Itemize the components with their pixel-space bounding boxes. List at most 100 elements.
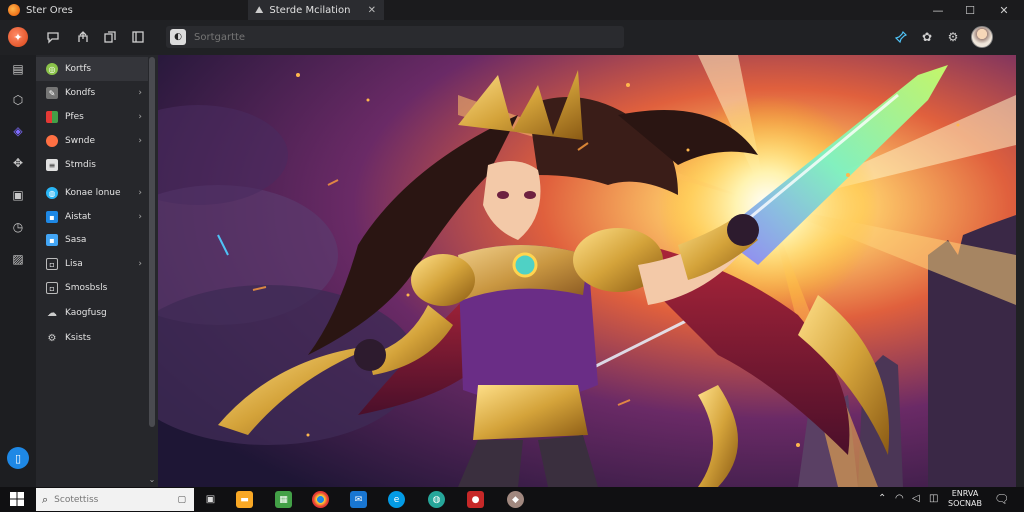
- frame-icon[interactable]: ▣: [10, 187, 26, 203]
- minimize-button[interactable]: —: [922, 0, 954, 20]
- sidebar-item[interactable]: ◍ Konae lonue ›: [36, 181, 148, 205]
- clock-icon[interactable]: ◷: [10, 219, 26, 235]
- sidebar-menu: ◎ Kortfs ✎ Kondfs › Pfes › Swnde › ≡ Stm…: [36, 55, 158, 487]
- sidebar-item-label: Ksists: [65, 333, 91, 343]
- task-view-icon[interactable]: ▣: [202, 491, 219, 508]
- doc-icon: ≡: [46, 159, 58, 171]
- sidebar-scrollbar[interactable]: ⌄: [148, 57, 156, 485]
- close-button[interactable]: ✕: [988, 0, 1020, 20]
- chevron-right-icon: ›: [138, 112, 142, 122]
- cloud-icon: ☁: [47, 307, 57, 319]
- sidebar-item-label: Kondfs: [65, 88, 96, 98]
- address-input[interactable]: [194, 31, 594, 43]
- search-icon: ⌕: [42, 492, 49, 506]
- address-bar[interactable]: ◐: [166, 26, 624, 48]
- taskbar-search[interactable]: ⌕ ▢: [36, 488, 194, 511]
- sidebar-item-label: Aistat: [65, 212, 91, 222]
- box-icon[interactable]: ◈: [10, 123, 26, 139]
- chevron-right-icon: ›: [138, 259, 142, 269]
- sidebar-item[interactable]: Swnde ›: [36, 129, 148, 153]
- chevron-up-icon[interactable]: ⌃: [878, 493, 886, 504]
- tab-label: Sterde Mcilation: [269, 4, 351, 16]
- extension-icon[interactable]: ✿: [919, 29, 935, 45]
- taskbar-search-input[interactable]: [54, 494, 165, 505]
- image-icon: ▫: [46, 282, 58, 294]
- scroll-thumb[interactable]: [149, 57, 155, 427]
- site-icon: ◐: [170, 29, 186, 45]
- chevron-right-icon: ›: [138, 188, 142, 198]
- sidebar-item-label: Kaogfusg: [65, 308, 107, 318]
- sidebar-item-label: Swnde: [65, 136, 96, 146]
- app-window: Ster Ores ⛰ Sterde Mcilation ✕ — ☐ ✕ ✦ ◐: [0, 0, 1024, 487]
- chevron-right-icon: ›: [138, 136, 142, 146]
- active-tab[interactable]: ⛰ Sterde Mcilation ✕: [248, 0, 384, 20]
- files-icon: [46, 111, 58, 123]
- sidebar-item[interactable]: ◎ Kortfs: [36, 57, 148, 81]
- sidebar-item[interactable]: ≡ Stmdis: [36, 153, 148, 177]
- settings-icon[interactable]: ⚙: [945, 29, 961, 45]
- sidebar-item-label: Kortfs: [65, 64, 92, 74]
- layout-icon[interactable]: [130, 29, 146, 45]
- windows-start-icon[interactable]: [10, 492, 24, 506]
- image-icon: ▫: [46, 258, 58, 270]
- circle-icon: [46, 135, 58, 147]
- feed-icon[interactable]: ▤: [10, 61, 26, 77]
- globe-app-icon[interactable]: ◍: [428, 491, 445, 508]
- cube-icon[interactable]: ⬡: [10, 92, 26, 108]
- sidebar-item[interactable]: ⚙ Ksists: [36, 326, 148, 350]
- sidebar-item-label: Lisa: [65, 259, 83, 269]
- globe-icon: ◎: [46, 63, 58, 75]
- scroll-down-icon[interactable]: ⌄: [148, 475, 156, 485]
- globe-icon: ◍: [46, 187, 58, 199]
- clock-time: ENRVA: [951, 489, 979, 498]
- pin-icon[interactable]: [893, 29, 909, 45]
- sidebar-item[interactable]: ▫ Lisa ›: [36, 252, 148, 276]
- maximize-button[interactable]: ☐: [954, 0, 986, 20]
- puzzle-icon[interactable]: ✥: [10, 155, 26, 171]
- chevron-right-icon: ›: [138, 212, 142, 222]
- camera-icon[interactable]: ▢: [177, 495, 186, 505]
- network-icon[interactable]: ◠: [895, 493, 904, 504]
- volume-icon[interactable]: ◁: [912, 493, 920, 504]
- brand-logo-icon[interactable]: ✦: [8, 27, 28, 47]
- mail-icon[interactable]: ✉: [350, 491, 367, 508]
- notification-icon[interactable]: 🗨: [994, 492, 1009, 506]
- gallery-icon[interactable]: ▨: [10, 251, 26, 267]
- sidebar-item-label: Sasa: [65, 235, 87, 245]
- share-icon[interactable]: [75, 29, 91, 45]
- sidebar-item[interactable]: ✎ Kondfs ›: [36, 81, 148, 105]
- taskbar-clock[interactable]: ENRVA SOCNAB: [945, 489, 985, 509]
- sidebar-item-label: Stmdis: [65, 160, 96, 170]
- sidebar-item-label: Pfes: [65, 112, 84, 122]
- chrome-icon[interactable]: [312, 491, 329, 508]
- sidebar-item[interactable]: ▪ Sasa: [36, 228, 148, 252]
- sidebar-item[interactable]: ▪ Aistat ›: [36, 205, 148, 229]
- store-icon[interactable]: ▦: [275, 491, 292, 508]
- tab-close-icon[interactable]: ✕: [368, 5, 376, 16]
- app-title: Ster Ores: [26, 4, 73, 16]
- window-icon: ▪: [46, 211, 58, 223]
- chevron-right-icon: ›: [138, 88, 142, 98]
- game-app-icon[interactable]: ◆: [507, 491, 524, 508]
- file-explorer-icon[interactable]: ▬: [236, 491, 253, 508]
- sidebar-item[interactable]: ▫ Smosbsls: [36, 276, 148, 300]
- sidebar-item[interactable]: Pfes ›: [36, 105, 148, 129]
- taskbar: ⌕ ▢ ▣ ▬ ▦ ✉ e ◍ ● ◆ ⌃ ◠ ◁ ◫ ENRVA SOCNAB…: [0, 487, 1024, 512]
- media-app-icon[interactable]: ●: [467, 491, 484, 508]
- left-rail: ▤ ⬡ ◈ ✥ ▣ ◷ ▨ ▯: [0, 55, 36, 487]
- user-avatar[interactable]: [971, 26, 993, 48]
- sidebar-item-label: Smosbsls: [65, 283, 108, 293]
- edge-icon[interactable]: e: [388, 491, 405, 508]
- sidebar-item[interactable]: ☁ Kaogfusg: [36, 301, 148, 325]
- phone-icon[interactable]: ▯: [7, 447, 29, 469]
- edit-icon: ✎: [46, 87, 58, 99]
- window-icon: ▪: [46, 234, 58, 246]
- app-logo-icon: [8, 4, 20, 16]
- language-icon[interactable]: ◫: [929, 493, 938, 504]
- sidebar-item-label: Konae lonue: [65, 188, 121, 198]
- title-bar: Ster Ores ⛰ Sterde Mcilation ✕ — ☐ ✕: [0, 0, 1024, 20]
- copy-icon[interactable]: [102, 29, 118, 45]
- clock-date: SOCNAB: [948, 499, 982, 508]
- image-viewer[interactable]: [158, 55, 1016, 487]
- chat-icon[interactable]: [45, 29, 61, 45]
